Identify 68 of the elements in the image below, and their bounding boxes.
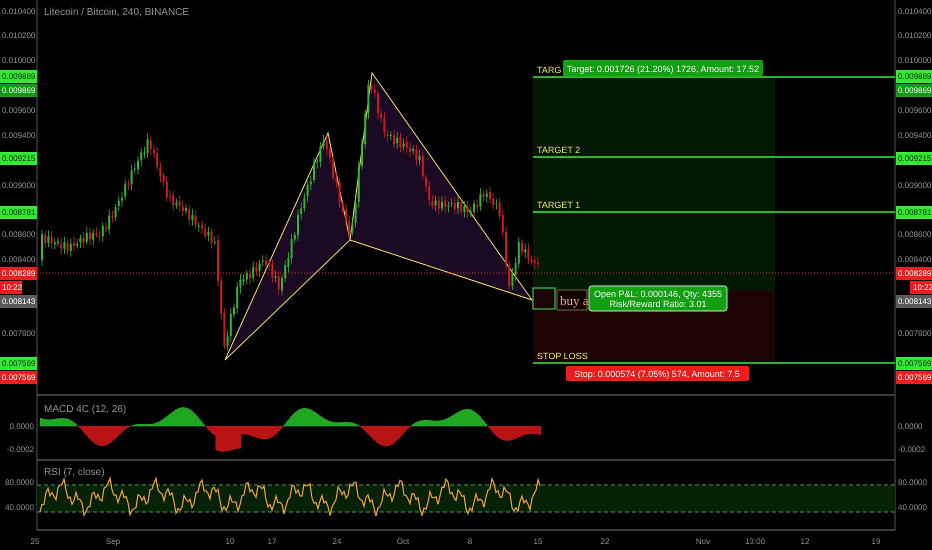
target-info-badge: Target: 0.001726 (21.20%) 1726, Amount: 17.52 [563, 60, 763, 76]
price-tick: 0.007800 [898, 329, 932, 338]
price-label: 0.009215 [896, 152, 932, 165]
time-tick: 15 [534, 537, 542, 546]
price-tick: 0.008600 [898, 230, 932, 239]
macd-tick: -0.0002 [6, 445, 34, 454]
price-label: 0.008143 [896, 295, 932, 308]
price-tick: 0.008400 [898, 255, 932, 264]
price-label: 0.007569 [0, 371, 37, 384]
price-label: 0.007569 [896, 357, 932, 370]
price-label: 0.009869 [896, 84, 932, 97]
time-tick: 24 [332, 537, 342, 546]
price-tick: 0.010200 [898, 31, 932, 40]
pnl-badge: Open P&L: 0.000146, Qty: 4355 Risk/Reward Ratio: 3.01 [588, 286, 728, 312]
rsi-tick: 40.0000 [898, 503, 927, 512]
time-tick: 12 [800, 537, 810, 546]
time-tick: Nov [696, 537, 710, 546]
price-tick: 0.010200 [2, 31, 36, 40]
stop-info-badge: Stop: 0.000574 (7.05%) 574, Amount: 7.5 [566, 366, 749, 381]
price-tick: 0.010000 [898, 56, 932, 65]
price-label: 10:22 [0, 281, 22, 294]
price-label: 0.007569 [896, 371, 932, 384]
price-tick: 0.008600 [2, 230, 36, 239]
price-tick: 0.009400 [2, 131, 36, 140]
price-tick: 0.009000 [898, 181, 932, 190]
macd-tick: -0.0002 [898, 445, 926, 454]
price-label: 0.008781 [0, 206, 37, 219]
macd-tick: 0.0000 [898, 422, 922, 431]
price-label: 0.008781 [896, 206, 932, 219]
macd-tick: 0.0000 [10, 422, 34, 431]
price-tick: 0.010000 [2, 56, 36, 65]
price-tick: 0.009600 [898, 106, 932, 115]
price-label: 0.007569 [0, 357, 37, 370]
time-tick: 22 [600, 537, 610, 546]
time-tick: 13:00 [744, 537, 766, 546]
rsi-title: RSI (7, close) [44, 467, 105, 478]
rsi-tick: 80.0000 [5, 478, 34, 487]
price-label: 0.008289 [0, 267, 37, 280]
price-label: 0.009869 [896, 70, 932, 83]
level-label: TARG [537, 65, 562, 75]
level-label: TARGET 2 [537, 145, 580, 155]
level-label: TARGET 1 [537, 200, 580, 210]
time-tick: 17 [268, 537, 276, 546]
price-tick: 0.007800 [2, 329, 36, 338]
price-tick: 0.009600 [2, 106, 36, 115]
time-tick: Sep [106, 537, 120, 546]
price-label: 0.009215 [0, 152, 37, 165]
chart-title: Litecoin / Bitcoin, 240, BINANCE [44, 7, 190, 18]
price-label: 0.008143 [0, 295, 37, 308]
price-tick: 0.009000 [2, 181, 36, 190]
rsi-tick: 40.0000 [5, 503, 34, 512]
price-tick: 0.010400 [2, 7, 36, 16]
price-tick: 0.010400 [898, 7, 932, 16]
entry-box [532, 288, 556, 310]
price-tick: 0.008400 [2, 255, 36, 264]
macd-title: MACD 4C (12, 26) [44, 404, 126, 415]
price-label: 0.009869 [0, 70, 37, 83]
price-tick: 0.009400 [898, 131, 932, 140]
price-label: 0.008289 [896, 267, 932, 280]
time-tick: 8 [468, 537, 472, 546]
time-tick: 10 [226, 537, 234, 546]
rsi-tick: 80.0000 [898, 478, 927, 487]
price-label: 0.009869 [0, 84, 37, 97]
time-tick: 19 [872, 537, 880, 546]
time-tick: Oct [396, 537, 410, 546]
time-tick: 25 [30, 537, 40, 546]
level-label: STOP LOSS [537, 351, 588, 361]
note-label: buy a [556, 290, 589, 310]
